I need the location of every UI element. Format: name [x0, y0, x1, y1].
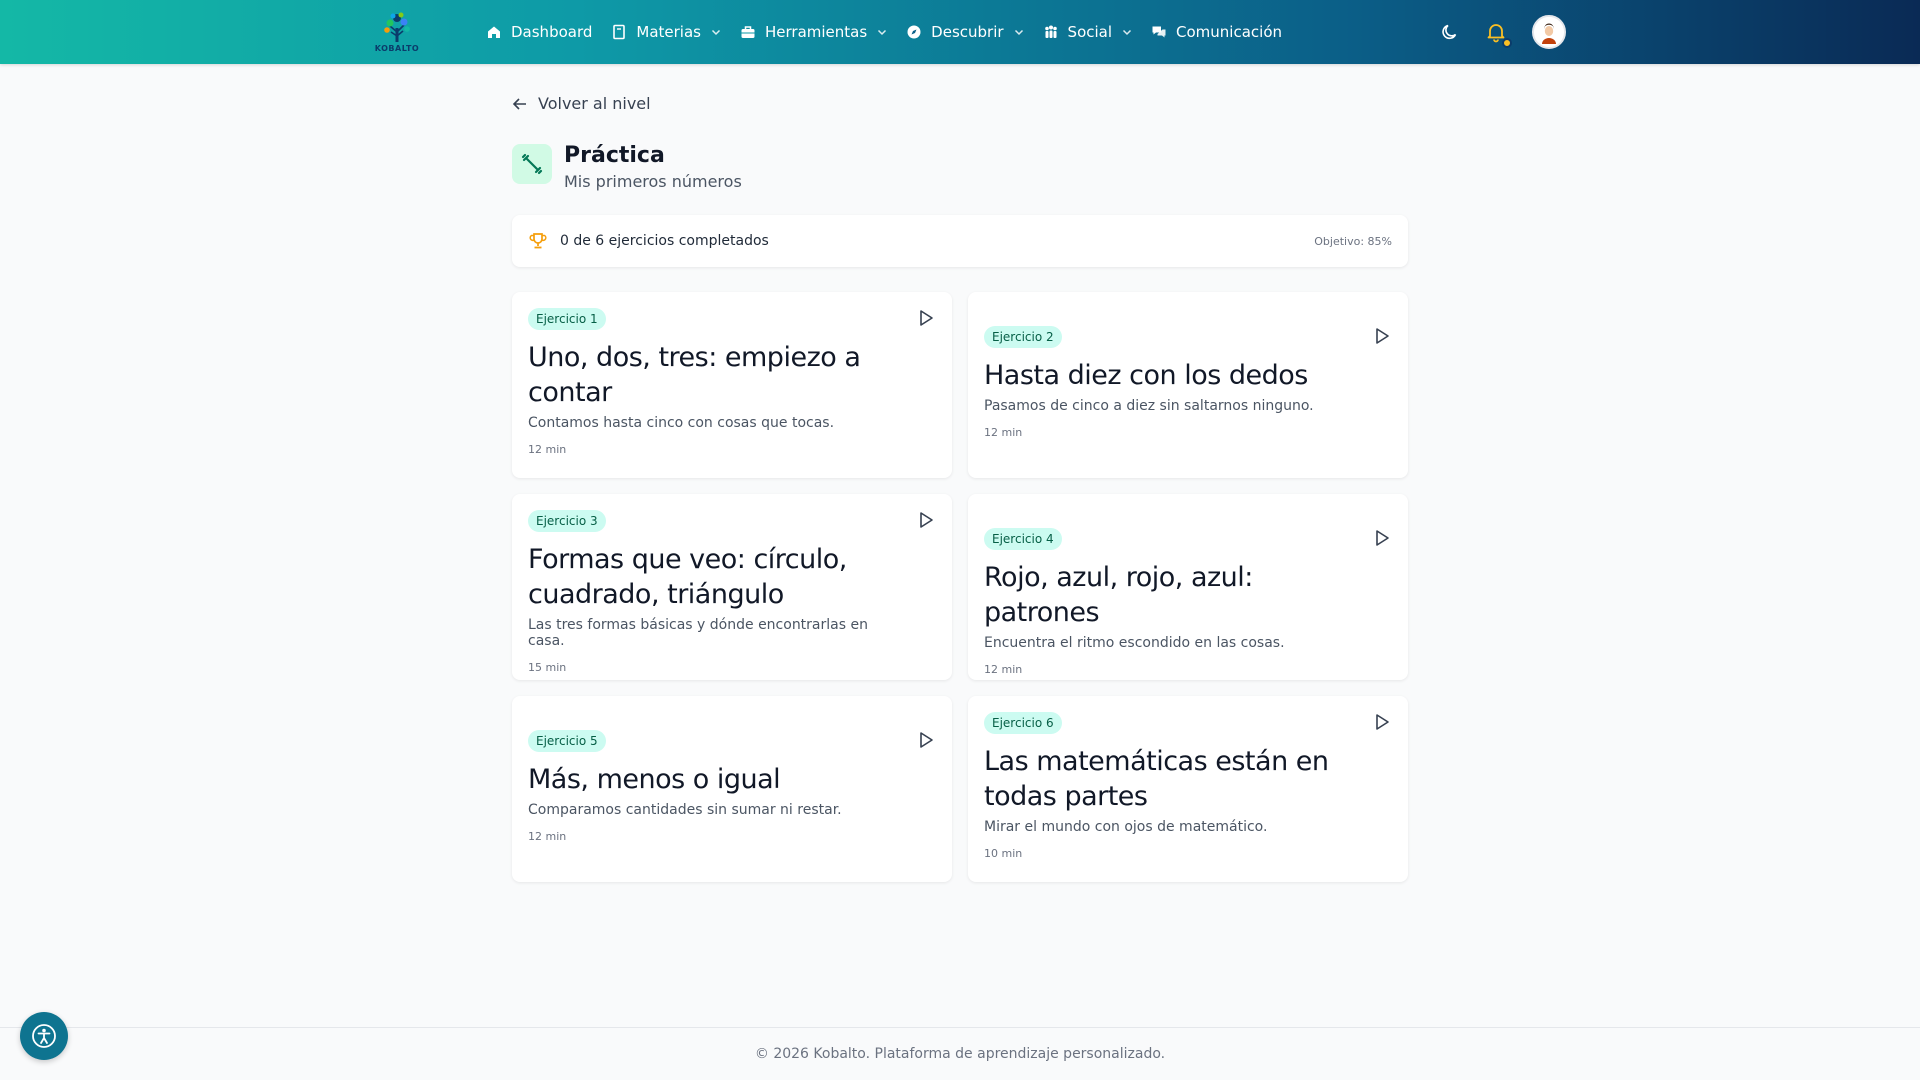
notification-dot — [1502, 38, 1512, 48]
exercise-description: Comparamos cantidades sin sumar ni resta… — [528, 802, 842, 818]
chevron-down-icon — [1014, 27, 1024, 37]
avatar-icon — [1534, 17, 1564, 47]
exercise-description: Mirar el mundo con ojos de matemático. — [984, 819, 1268, 835]
nav-actions — [1438, 0, 1566, 64]
exercise-badge: Ejercicio 3 — [528, 510, 606, 532]
nav-descubrir[interactable]: Descubrir — [906, 0, 1042, 64]
exercise-description: Contamos hasta cinco con cosas que tocas… — [528, 415, 835, 431]
page-subtitle: Mis primeros números — [564, 172, 742, 191]
play-icon[interactable] — [916, 308, 936, 328]
exercise-title: Las matemáticas están en todas partes — [984, 746, 1329, 812]
play-icon[interactable] — [916, 730, 936, 750]
exercise-title: Rojo, azul, rojo, azul: patrones — [984, 562, 1253, 628]
tree-logo-icon — [384, 12, 410, 42]
exercise-grid: Ejercicio 1 Uno, dos, tres: empiezo a co… — [512, 292, 1408, 882]
exercise-card-3[interactable]: Ejercicio 3 Formas que veo: círculo, cua… — [512, 494, 952, 680]
user-avatar[interactable] — [1532, 15, 1566, 49]
play-icon[interactable] — [1372, 528, 1392, 548]
briefcase-icon — [740, 24, 756, 40]
footer: © 2026 Kobalto. Plataforma de aprendizaj… — [0, 1027, 1920, 1080]
compass-icon — [906, 24, 922, 40]
exercise-title: Más, menos o igual — [528, 764, 781, 795]
exercise-card-2[interactable]: Ejercicio 2 Hasta diez con los dedos Pas… — [968, 292, 1408, 478]
users-icon — [1043, 24, 1059, 40]
exercise-duration: 12 min — [984, 663, 1023, 676]
chevron-down-icon — [1122, 27, 1132, 37]
exercise-badge: Ejercicio 2 — [984, 326, 1062, 348]
exercise-card-6[interactable]: Ejercicio 6 Las matemáticas están en tod… — [968, 696, 1408, 882]
exercise-duration: 12 min — [528, 830, 567, 843]
book-icon — [611, 24, 627, 40]
nav-materias[interactable]: Materias — [611, 0, 740, 64]
logo-text: KOBALTO — [374, 43, 420, 53]
chevron-down-icon — [711, 27, 721, 37]
main-nav: Dashboard Materias Herramientas Descubri… — [486, 0, 1301, 64]
nav-social[interactable]: Social — [1043, 0, 1151, 64]
back-label: Volver al nivel — [538, 94, 651, 113]
exercise-badge: Ejercicio 1 — [528, 308, 606, 330]
exercise-duration: 15 min — [528, 661, 567, 674]
exercise-badge: Ejercicio 5 — [528, 730, 606, 752]
accessibility-icon — [32, 1024, 56, 1048]
dumbbell-icon — [512, 144, 552, 184]
goal-text: Objetivo: 85% — [1314, 234, 1392, 248]
dark-mode-toggle[interactable] — [1438, 20, 1462, 44]
nav-herramientas-label: Herramientas — [764, 23, 868, 41]
nav-comunicacion-label: Comunicación — [1176, 23, 1283, 41]
trophy-icon — [528, 231, 548, 251]
nav-social-label: Social — [1067, 23, 1113, 41]
play-icon[interactable] — [1372, 712, 1392, 732]
top-navigation: KOBALTO Dashboard Materias Herramientas — [0, 0, 1920, 64]
nav-comunicacion[interactable]: Comunicación — [1151, 0, 1301, 64]
chevron-down-icon — [877, 27, 887, 37]
accessibility-button[interactable] — [20, 1012, 68, 1060]
nav-dashboard-label: Dashboard — [511, 23, 593, 41]
play-icon[interactable] — [916, 510, 936, 530]
exercise-description: Las tres formas básicas y dónde encontra… — [528, 617, 868, 649]
kobalto-logo[interactable]: KOBALTO — [372, 6, 422, 56]
footer-copyright: © 2026 Kobalto. Plataforma de aprendizaj… — [754, 1046, 1166, 1062]
nav-herramientas[interactable]: Herramientas — [740, 0, 906, 64]
back-to-level-link[interactable]: Volver al nivel — [512, 94, 651, 113]
nav-descubrir-label: Descubrir — [931, 23, 1004, 41]
progress-summary: 0 de 6 ejercicios completados Objetivo: … — [512, 215, 1408, 267]
notifications-button[interactable] — [1484, 20, 1512, 48]
exercise-title: Formas que veo: círculo, cuadrado, trián… — [528, 544, 847, 610]
exercise-card-4[interactable]: Ejercicio 4 Rojo, azul, rojo, azul: patr… — [968, 494, 1408, 680]
moon-icon — [1442, 24, 1457, 40]
page-header: Práctica Mis primeros números — [512, 142, 742, 191]
exercise-duration: 12 min — [984, 426, 1023, 439]
exercise-description: Encuentra el ritmo escondido en las cosa… — [984, 635, 1285, 651]
exercise-description: Pasamos de cinco a diez sin saltarnos ni… — [984, 398, 1314, 414]
exercise-badge: Ejercicio 4 — [984, 528, 1062, 550]
exercise-duration: 10 min — [984, 847, 1023, 860]
progress-text: 0 de 6 ejercicios completados — [560, 233, 769, 249]
exercise-duration: 12 min — [528, 443, 567, 456]
nav-materias-label: Materias — [636, 23, 701, 41]
exercise-title: Hasta diez con los dedos — [984, 360, 1308, 391]
arrow-left-icon — [512, 96, 528, 112]
exercise-title: Uno, dos, tres: empiezo a contar — [528, 342, 861, 408]
nav-dashboard[interactable]: Dashboard — [486, 0, 611, 64]
exercise-card-5[interactable]: Ejercicio 5 Más, menos o igual Comparamo… — [512, 696, 952, 882]
exercise-badge: Ejercicio 6 — [984, 712, 1062, 734]
page-title: Práctica — [564, 143, 665, 168]
chat-icon — [1151, 24, 1167, 40]
exercise-card-1[interactable]: Ejercicio 1 Uno, dos, tres: empiezo a co… — [512, 292, 952, 478]
home-icon — [486, 24, 502, 40]
play-icon[interactable] — [1372, 326, 1392, 346]
